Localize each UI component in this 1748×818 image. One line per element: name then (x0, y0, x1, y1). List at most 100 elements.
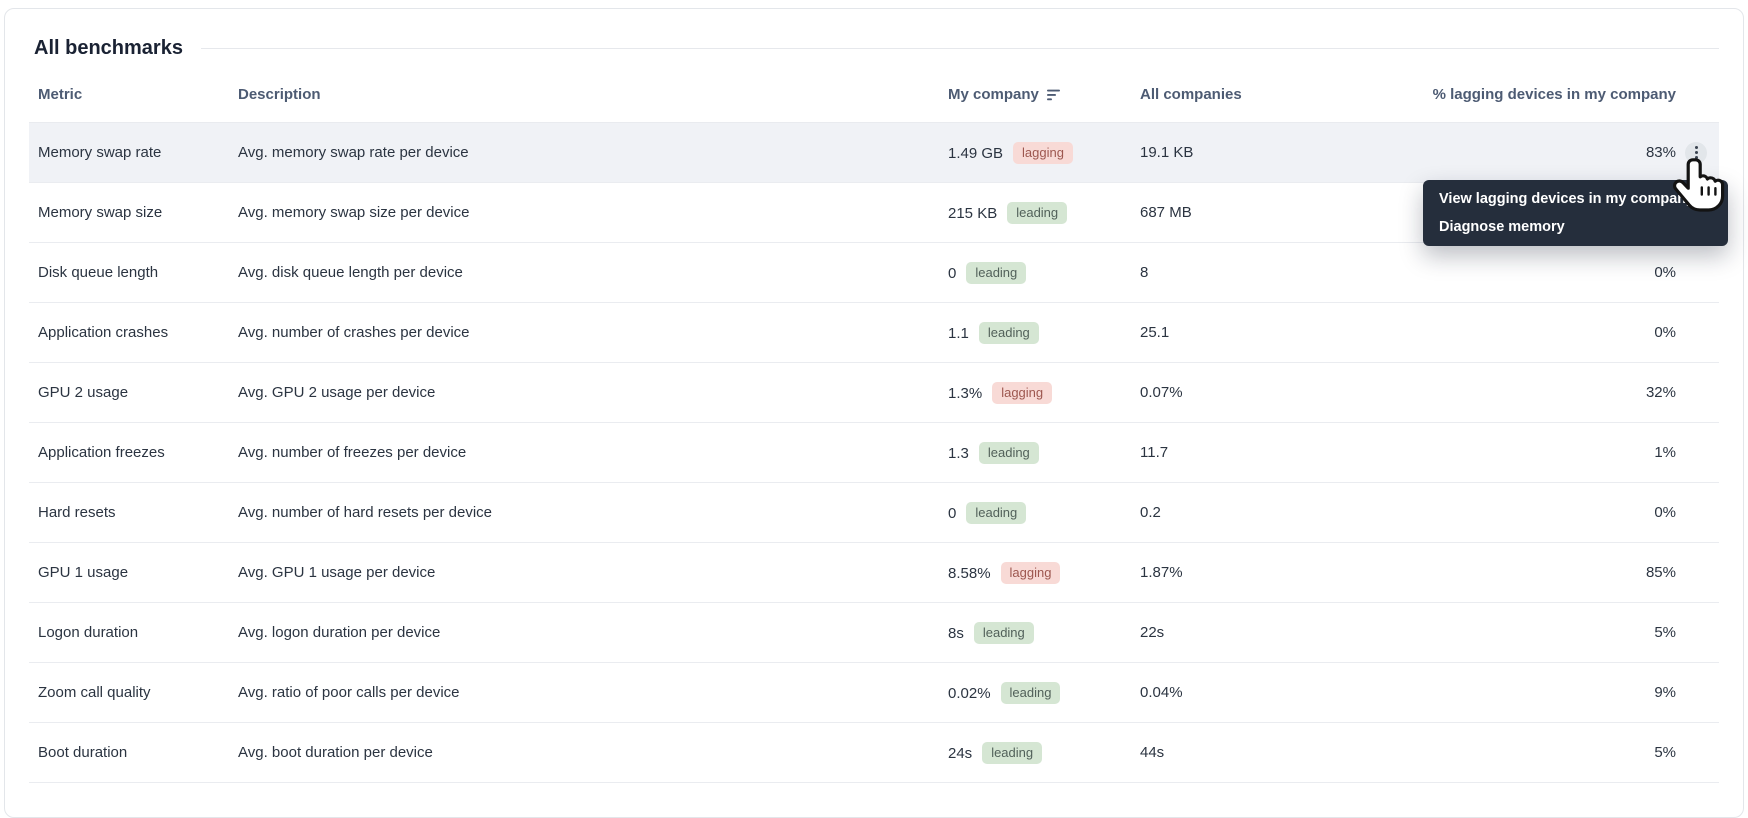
my-company-cell: 0.02% leading (948, 681, 1140, 704)
description-cell: Avg. GPU 2 usage per device (238, 384, 436, 401)
context-menu: View lagging devices in my company Diagn… (1423, 180, 1728, 246)
my-company-value: 0 (948, 504, 957, 522)
all-companies-cell: 0.07% (1140, 384, 1183, 401)
my-company-cell: 215 KB leading (948, 201, 1140, 224)
metric-cell: Boot duration (38, 744, 128, 761)
my-company-cell: 8s leading (948, 621, 1140, 644)
lagging-pct-cell: 5% (1654, 744, 1676, 761)
my-company-value: 24s (948, 744, 973, 762)
kebab-menu-icon (1694, 146, 1698, 149)
status-badge: leading (1000, 681, 1061, 704)
my-company-cell: 0 leading (948, 501, 1140, 524)
status-badge: leading (978, 321, 1039, 344)
column-header-metric[interactable]: Metric (38, 86, 238, 103)
all-companies-cell: 22s (1140, 624, 1165, 641)
lagging-pct-cell: 0% (1654, 264, 1676, 281)
metric-cell: Application freezes (38, 444, 165, 461)
metric-cell: Zoom call quality (38, 684, 151, 701)
metric-cell: GPU 2 usage (38, 384, 129, 401)
my-company-value: 1.49 GB (948, 144, 1004, 162)
table-row[interactable]: Memory swap rate Avg. memory swap rate p… (29, 123, 1719, 183)
panel-header: All benchmarks (5, 9, 1743, 61)
metric-cell: Logon duration (38, 624, 139, 641)
all-companies-cell: 8 (1140, 264, 1149, 281)
all-companies-cell: 0.2 (1140, 504, 1161, 521)
table-header-row: Metric Description My company All compan… (29, 67, 1719, 123)
benchmarks-table: Metric Description My company All compan… (29, 67, 1719, 783)
my-company-value: 1.3% (948, 384, 983, 402)
table-row[interactable]: GPU 1 usage Avg. GPU 1 usage per device … (29, 543, 1719, 603)
lagging-pct-cell: 1% (1654, 444, 1676, 461)
lagging-pct-cell: 9% (1654, 684, 1676, 701)
benchmarks-panel: All benchmarks Metric Description My com… (4, 8, 1744, 818)
my-company-cell: 24s leading (948, 741, 1140, 764)
my-company-cell: 1.49 GB lagging (948, 141, 1140, 164)
table-row[interactable]: Disk queue length Avg. disk queue length… (29, 243, 1719, 303)
table-row[interactable]: Application crashes Avg. number of crash… (29, 303, 1719, 363)
status-badge: leading (966, 261, 1027, 284)
status-badge: leading (966, 501, 1027, 524)
description-cell: Avg. number of hard resets per device (238, 504, 493, 521)
lagging-pct-cell: 32% (1645, 384, 1676, 401)
lagging-pct-cell: 85% (1645, 564, 1676, 581)
my-company-value: 8.58% (948, 564, 991, 582)
status-badge: lagging (1013, 141, 1073, 164)
header-divider (200, 47, 1719, 49)
description-cell: Avg. number of freezes per device (238, 444, 467, 461)
lagging-pct-cell: 0% (1654, 504, 1676, 521)
description-cell: Avg. boot duration per device (238, 744, 433, 761)
table-row[interactable]: Logon duration Avg. logon duration per d… (29, 603, 1719, 663)
description-cell: Avg. number of crashes per device (238, 324, 470, 341)
column-header-description[interactable]: Description (238, 86, 948, 103)
page-title: All benchmarks (34, 37, 183, 59)
sort-descending-icon[interactable] (1046, 89, 1061, 101)
my-company-value: 0.02% (948, 684, 991, 702)
lagging-pct-cell: 83% (1645, 144, 1676, 161)
status-badge: leading (978, 441, 1039, 464)
all-companies-cell: 11.7 (1140, 444, 1169, 461)
metric-cell: Memory swap rate (38, 144, 162, 161)
status-badge: leading (1007, 201, 1068, 224)
table-row[interactable]: Boot duration Avg. boot duration per dev… (29, 723, 1719, 783)
table-row[interactable]: GPU 2 usage Avg. GPU 2 usage per device … (29, 363, 1719, 423)
table-row[interactable]: Application freezes Avg. number of freez… (29, 423, 1719, 483)
status-badge: leading (973, 621, 1034, 644)
column-header-all-companies[interactable]: All companies (1140, 86, 1432, 103)
column-header-my-company-label: My company (948, 86, 1039, 103)
description-cell: Avg. disk queue length per device (238, 264, 463, 281)
description-cell: Avg. ratio of poor calls per device (238, 684, 460, 701)
metric-cell: GPU 1 usage (38, 564, 129, 581)
lagging-pct-cell: 5% (1654, 624, 1676, 641)
all-companies-cell: 25.1 (1140, 324, 1170, 341)
lagging-pct-cell: 0% (1654, 324, 1676, 341)
metric-cell: Hard resets (38, 504, 116, 521)
menu-item-diagnose-memory[interactable]: Diagnose memory (1423, 213, 1728, 241)
my-company-value: 215 KB (948, 204, 998, 222)
status-badge: lagging (1000, 561, 1061, 584)
my-company-value: 8s (948, 624, 964, 642)
my-company-cell: 8.58% lagging (948, 561, 1140, 584)
row-actions-button[interactable] (1685, 141, 1707, 164)
column-header-lagging-pct[interactable]: % lagging devices in my company (1432, 86, 1719, 103)
status-badge: leading (982, 741, 1043, 764)
description-cell: Avg. GPU 1 usage per device (238, 564, 436, 581)
my-company-value: 1.3 (948, 444, 969, 462)
my-company-cell: 1.1 leading (948, 321, 1140, 344)
all-companies-cell: 19.1 KB (1140, 144, 1194, 161)
column-header-my-company[interactable]: My company (948, 86, 1140, 103)
menu-item-view-lagging-devices[interactable]: View lagging devices in my company (1423, 185, 1728, 213)
all-companies-cell: 0.04% (1140, 684, 1183, 701)
metric-cell: Memory swap size (38, 204, 163, 221)
my-company-cell: 1.3% lagging (948, 381, 1140, 404)
description-cell: Avg. memory swap size per device (238, 204, 470, 221)
my-company-cell: 1.3 leading (948, 441, 1140, 464)
table-row[interactable]: Hard resets Avg. number of hard resets p… (29, 483, 1719, 543)
my-company-value: 1.1 (948, 324, 969, 342)
all-companies-cell: 1.87% (1140, 564, 1183, 581)
table-row[interactable]: Zoom call quality Avg. ratio of poor cal… (29, 663, 1719, 723)
my-company-cell: 0 leading (948, 261, 1140, 284)
status-badge: lagging (992, 381, 1053, 404)
description-cell: Avg. memory swap rate per device (238, 144, 469, 161)
metric-cell: Application crashes (38, 324, 169, 341)
all-companies-cell: 44s (1140, 744, 1165, 761)
